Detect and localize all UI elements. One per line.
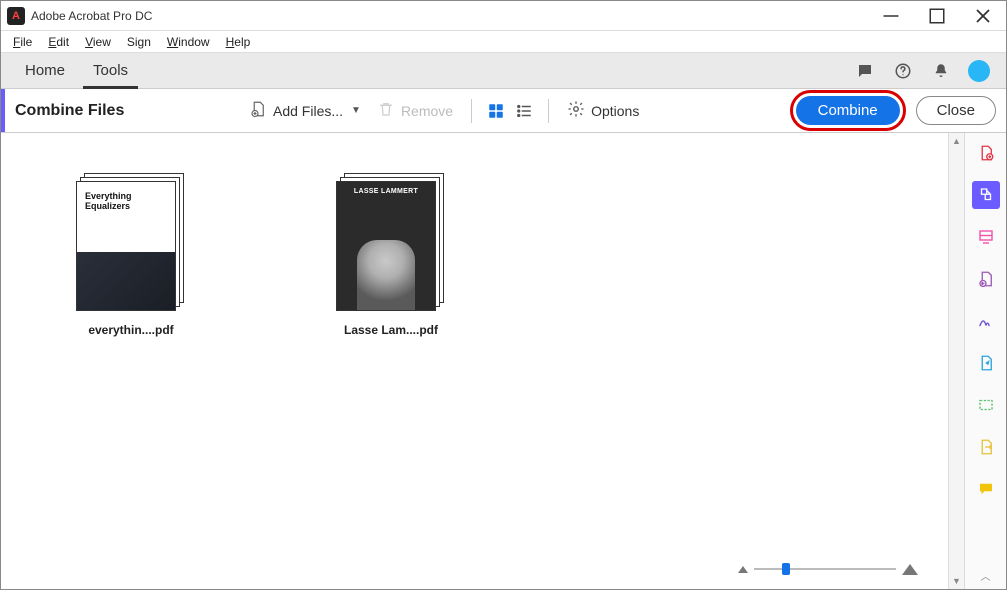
menu-sign[interactable]: Sign — [119, 33, 159, 51]
thumb-band: LASSE LAMMERT — [354, 188, 418, 195]
comment-icon[interactable] — [972, 475, 1000, 503]
title-bar: A Adobe Acrobat Pro DC — [1, 1, 1006, 31]
tab-tools[interactable]: Tools — [79, 53, 142, 88]
thumbnail-view-button[interactable] — [482, 97, 510, 125]
add-file-icon — [249, 100, 267, 121]
thumb-title-line: Equalizers — [85, 202, 167, 212]
scroll-down-icon[interactable]: ▼ — [949, 573, 964, 589]
files-row: Everything Equalizers everythin....pdf L… — [31, 173, 918, 337]
separator — [471, 99, 472, 123]
list-view-button[interactable] — [510, 97, 538, 125]
sign-icon[interactable] — [972, 307, 1000, 335]
tab-home[interactable]: Home — [11, 53, 79, 88]
add-files-button[interactable]: Add Files... ▼ — [241, 96, 369, 125]
zoom-small-icon — [738, 566, 748, 573]
remove-button[interactable]: Remove — [369, 96, 461, 125]
close-button[interactable]: Close — [916, 96, 996, 125]
file-area[interactable]: Everything Equalizers everythin....pdf L… — [1, 133, 948, 589]
edit-pdf-icon[interactable] — [972, 223, 1000, 251]
menu-help[interactable]: Help — [218, 33, 259, 51]
file-thumbnail: LASSE LAMMERT — [336, 173, 446, 313]
bell-icon[interactable] — [930, 60, 952, 82]
combine-toolbar: Combine Files Add Files... ▼ Remove Opti… — [1, 89, 1006, 133]
file-item[interactable]: Everything Equalizers everythin....pdf — [61, 173, 201, 337]
chevron-down-icon: ▼ — [351, 105, 361, 116]
close-window-button[interactable] — [960, 1, 1006, 31]
separator — [548, 99, 549, 123]
app-icon: A — [7, 7, 25, 25]
file-item[interactable]: LASSE LAMMERT Lasse Lam....pdf — [321, 173, 461, 337]
send-review-icon[interactable] — [972, 349, 1000, 377]
file-thumbnail: Everything Equalizers — [76, 173, 186, 313]
tool-title: Combine Files — [1, 89, 241, 132]
help-icon[interactable] — [892, 60, 914, 82]
combine-files-icon[interactable] — [972, 181, 1000, 209]
window-controls — [868, 1, 1006, 31]
remove-label: Remove — [401, 103, 453, 119]
menu-view[interactable]: View — [77, 33, 119, 51]
menu-window[interactable]: Window — [159, 33, 218, 51]
menu-file[interactable]: File — [5, 33, 40, 51]
measure-icon[interactable] — [972, 391, 1000, 419]
gear-icon — [567, 100, 585, 121]
file-caption: everythin....pdf — [88, 323, 173, 337]
scroll-up-icon[interactable]: ▲ — [949, 133, 964, 149]
create-pdf-icon[interactable] — [972, 139, 1000, 167]
chat-icon[interactable] — [854, 60, 876, 82]
file-caption: Lasse Lam....pdf — [344, 323, 438, 337]
menu-bar: File Edit View Sign Window Help — [1, 31, 1006, 53]
options-button[interactable]: Options — [559, 96, 647, 125]
menu-edit[interactable]: Edit — [40, 33, 77, 51]
avatar[interactable] — [968, 60, 990, 82]
options-label: Options — [591, 103, 639, 119]
minimize-button[interactable] — [868, 1, 914, 31]
tools-side-panel: ︿ — [964, 133, 1006, 589]
vertical-scrollbar[interactable]: ▲ ▼ — [948, 133, 964, 589]
app-title: Adobe Acrobat Pro DC — [31, 9, 152, 23]
zoom-large-icon — [902, 564, 918, 575]
tabs-bar: Home Tools — [1, 53, 1006, 89]
zoom-slider[interactable] — [738, 559, 918, 579]
content-wrap: Everything Equalizers everythin....pdf L… — [1, 133, 1006, 589]
maximize-button[interactable] — [914, 1, 960, 31]
stamp-icon[interactable] — [972, 433, 1000, 461]
collapse-panel-icon[interactable]: ︿ — [981, 568, 991, 583]
add-files-label: Add Files... — [273, 103, 343, 119]
combine-button[interactable]: Combine — [796, 96, 900, 125]
trash-icon — [377, 100, 395, 121]
export-pdf-icon[interactable] — [972, 265, 1000, 293]
zoom-handle[interactable] — [782, 563, 790, 575]
